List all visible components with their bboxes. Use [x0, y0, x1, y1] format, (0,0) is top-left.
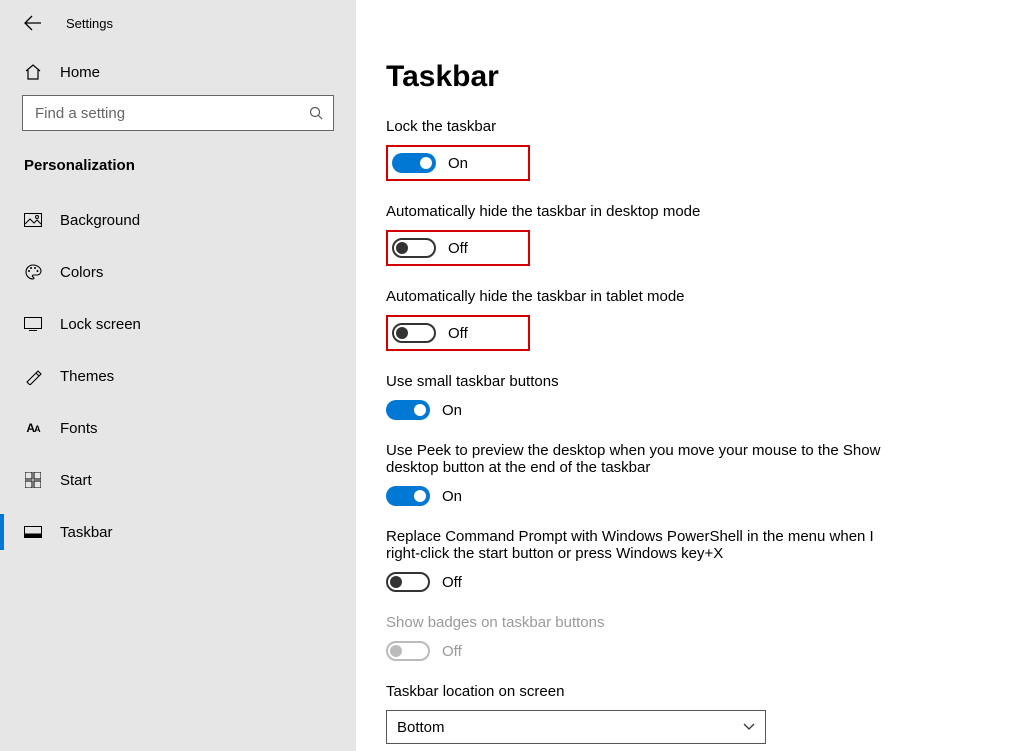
toggle-state: On [442, 488, 462, 505]
highlight-lock: On [386, 145, 530, 181]
category-label: Personalization [0, 147, 356, 194]
toggle-powershell[interactable] [386, 572, 430, 592]
nav-item-label: Fonts [60, 420, 98, 437]
toggle-state: Off [448, 240, 468, 257]
setting-label: Automatically hide the taskbar in deskto… [386, 203, 906, 220]
chevron-down-icon [743, 723, 755, 731]
nav-item-background[interactable]: Background [0, 194, 356, 246]
nav-item-label: Themes [60, 368, 114, 385]
toggle-hide-tablet[interactable] [392, 323, 436, 343]
main-content: Taskbar Lock the taskbar On Automaticall… [356, 0, 1024, 751]
toggle-state: Off [442, 643, 462, 660]
toggle-badges [386, 641, 430, 661]
search-box[interactable] [22, 95, 334, 131]
toggle-hide-desktop[interactable] [392, 238, 436, 258]
setting-peek: Use Peek to preview the desktop when you… [386, 442, 994, 506]
nav-home-label: Home [60, 64, 100, 81]
search-input[interactable] [33, 104, 309, 123]
setting-label: Lock the taskbar [386, 118, 906, 135]
setting-label: Use small taskbar buttons [386, 373, 906, 390]
lock-screen-icon [24, 317, 42, 331]
palette-icon [24, 263, 42, 281]
setting-label: Use Peek to preview the desktop when you… [386, 442, 906, 476]
highlight-hide-desktop: Off [386, 230, 530, 266]
setting-label: Automatically hide the taskbar in tablet… [386, 288, 906, 305]
setting-label: Taskbar location on screen [386, 683, 906, 700]
titlebar: Settings [0, 10, 356, 51]
toggle-peek[interactable] [386, 486, 430, 506]
nav-item-label: Taskbar [60, 524, 113, 541]
themes-icon [24, 367, 42, 385]
setting-small-buttons: Use small taskbar buttons On [386, 373, 994, 420]
nav-item-label: Colors [60, 264, 103, 281]
search-icon [309, 106, 323, 120]
back-arrow-icon[interactable] [24, 15, 42, 31]
setting-hide-desktop: Automatically hide the taskbar in deskto… [386, 203, 994, 266]
nav-item-label: Start [60, 472, 92, 489]
setting-hide-tablet: Automatically hide the taskbar in tablet… [386, 288, 994, 351]
app-title: Settings [66, 16, 113, 31]
dropdown-value: Bottom [397, 719, 445, 736]
start-icon [24, 472, 42, 488]
nav-item-start[interactable]: Start [0, 454, 356, 506]
picture-icon [24, 213, 42, 227]
setting-badges: Show badges on taskbar buttons Off [386, 614, 994, 661]
nav-item-lock-screen[interactable]: Lock screen [0, 298, 356, 350]
setting-lock-taskbar: Lock the taskbar On [386, 118, 994, 181]
highlight-hide-tablet: Off [386, 315, 530, 351]
setting-label: Show badges on taskbar buttons [386, 614, 906, 631]
nav-home[interactable]: Home [0, 51, 356, 95]
nav-item-taskbar[interactable]: Taskbar [0, 506, 356, 558]
toggle-state: On [448, 155, 468, 172]
nav-item-label: Lock screen [60, 316, 141, 333]
setting-taskbar-location: Taskbar location on screen Bottom [386, 683, 994, 744]
toggle-state: Off [448, 325, 468, 342]
taskbar-icon [24, 526, 42, 538]
nav-item-fonts[interactable]: AA Fonts [0, 402, 356, 454]
fonts-icon: AA [24, 421, 42, 435]
nav-list: Background Colors Lock screen Themes [0, 194, 356, 558]
setting-powershell: Replace Command Prompt with Windows Powe… [386, 528, 994, 592]
nav-item-label: Background [60, 212, 140, 229]
dropdown-taskbar-location[interactable]: Bottom [386, 710, 766, 744]
sidebar: Settings Home Personalization Background [0, 0, 356, 751]
page-title: Taskbar [386, 60, 994, 94]
toggle-state: On [442, 402, 462, 419]
home-icon [24, 63, 42, 81]
toggle-small-buttons[interactable] [386, 400, 430, 420]
nav-item-colors[interactable]: Colors [0, 246, 356, 298]
nav-item-themes[interactable]: Themes [0, 350, 356, 402]
toggle-state: Off [442, 574, 462, 591]
toggle-lock-taskbar[interactable] [392, 153, 436, 173]
setting-label: Replace Command Prompt with Windows Powe… [386, 528, 906, 562]
